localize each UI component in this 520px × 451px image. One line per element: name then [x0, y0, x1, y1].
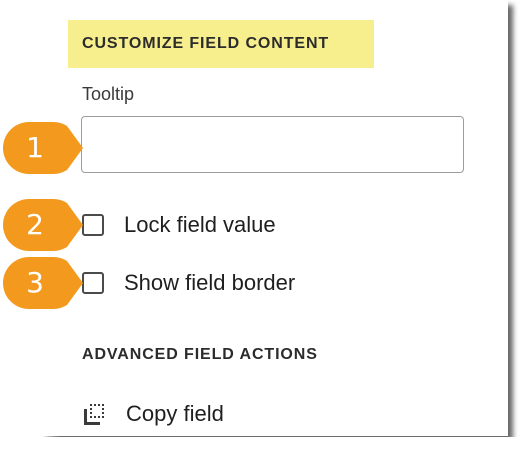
callout-number-2: 2 [26, 208, 44, 241]
tooltip-input[interactable] [81, 116, 464, 173]
callout-marker-1: 1 [3, 121, 85, 175]
panel-bottom [0, 437, 520, 451]
advanced-section-title: ADVANCED FIELD ACTIONS [82, 346, 318, 363]
show-border-label: Show field border [124, 270, 296, 295]
lock-field-label: Lock field value [124, 212, 276, 237]
callout-marker-3: 3 [3, 256, 85, 310]
callout-number-3: 3 [26, 266, 44, 299]
customize-section-title: CUSTOMIZE FIELD CONTENT [68, 20, 374, 68]
lock-field-checkbox[interactable] [82, 214, 104, 236]
callout-number-1: 1 [26, 131, 44, 164]
callout-marker-2: 2 [3, 198, 85, 252]
copy-field-label: Copy field [126, 401, 224, 426]
copy-icon [84, 404, 104, 425]
screenshot-canvas: CUSTOMIZE FIELD CONTENT Tooltip Lock fie… [0, 0, 520, 451]
show-border-row[interactable]: Show field border [82, 268, 295, 298]
copy-field-action[interactable]: Copy field [82, 399, 224, 429]
lock-field-row[interactable]: Lock field value [82, 210, 276, 240]
show-border-checkbox[interactable] [82, 272, 104, 294]
tooltip-label: Tooltip [82, 84, 135, 104]
